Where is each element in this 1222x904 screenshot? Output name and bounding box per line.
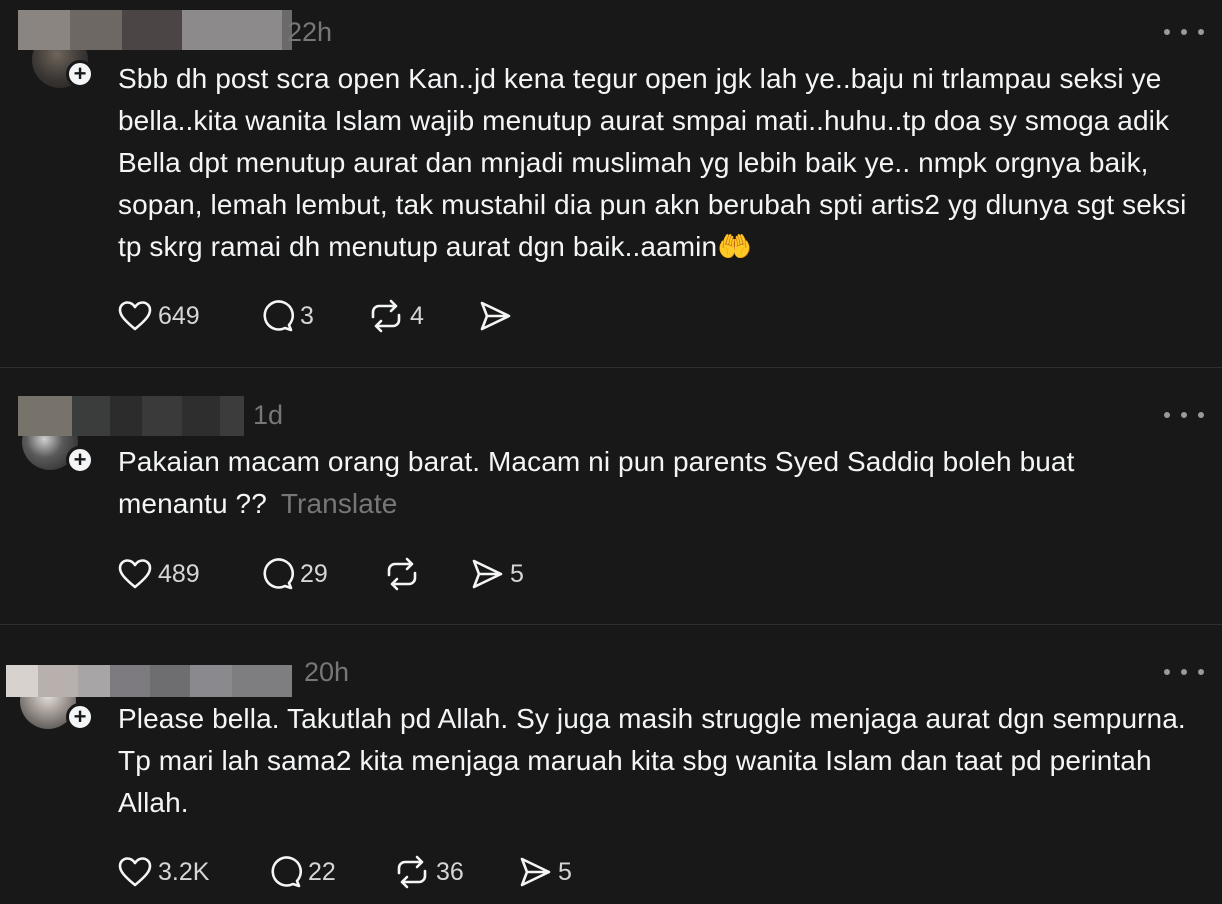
heart-icon <box>118 559 152 589</box>
share-count: 5 <box>558 857 572 886</box>
like-button[interactable]: 489 <box>118 554 200 594</box>
repost-count: 36 <box>436 857 464 886</box>
share-button[interactable] <box>478 296 518 336</box>
share-icon <box>480 301 511 331</box>
post-time: 22h <box>287 17 333 47</box>
reply-count: 3 <box>300 301 314 330</box>
repost-button[interactable] <box>384 554 426 594</box>
post-3: + 20h Please bella. Takutlah pd Allah. S… <box>0 625 1222 904</box>
post-1: + 22h Sbb dh post scra open Kan..jd kena… <box>0 0 1222 367</box>
follow-plus-icon[interactable]: + <box>66 60 94 88</box>
repost-button[interactable]: 36 <box>394 852 464 892</box>
heart-icon <box>118 301 152 331</box>
like-button[interactable]: 649 <box>118 296 200 336</box>
more-icon[interactable] <box>1164 22 1204 42</box>
post-text: Pakaian macam orang barat. Macam ni pun … <box>118 441 1188 525</box>
reply-button[interactable]: 22 <box>268 852 336 892</box>
like-count: 3.2K <box>158 857 210 886</box>
reply-count: 22 <box>308 857 336 886</box>
reply-button[interactable]: 3 <box>260 296 314 336</box>
repost-icon <box>397 855 427 889</box>
share-icon <box>472 559 503 589</box>
username-blurred[interactable] <box>18 10 292 50</box>
post-text: Please bella. Takutlah pd Allah. Sy juga… <box>118 703 1186 818</box>
more-icon[interactable] <box>1164 405 1204 425</box>
follow-plus-icon[interactable]: + <box>66 703 94 731</box>
like-button[interactable]: 3.2K <box>118 852 209 892</box>
share-button[interactable]: 5 <box>470 554 524 594</box>
heart-icon <box>118 857 152 887</box>
reply-count: 29 <box>300 559 328 588</box>
repost-icon <box>371 299 401 333</box>
post-time: 1d <box>253 400 284 430</box>
repost-button[interactable]: 4 <box>368 296 424 336</box>
reply-button[interactable]: 29 <box>260 554 328 594</box>
more-icon[interactable] <box>1164 662 1204 682</box>
share-icon <box>520 857 551 887</box>
like-count: 489 <box>158 559 200 588</box>
share-count: 5 <box>510 559 524 588</box>
reply-icon <box>271 856 302 888</box>
post-text: Sbb dh post scra open Kan..jd kena tegur… <box>118 63 1187 262</box>
reply-icon <box>263 558 294 590</box>
reply-icon <box>263 300 294 332</box>
translate-link[interactable]: Translate <box>281 488 398 519</box>
repost-count: 4 <box>410 301 424 330</box>
like-count: 649 <box>158 301 200 330</box>
post-time: 20h <box>304 657 350 687</box>
share-button[interactable]: 5 <box>518 852 572 892</box>
post-2: + 1d Pakaian macam orang barat. Macam ni… <box>0 368 1222 624</box>
post-text-body: Pakaian macam orang barat. Macam ni pun … <box>118 446 1075 519</box>
username-blurred[interactable] <box>18 396 244 436</box>
repost-icon <box>387 557 417 591</box>
username-blurred[interactable] <box>6 665 292 697</box>
follow-plus-icon[interactable]: + <box>66 446 94 474</box>
